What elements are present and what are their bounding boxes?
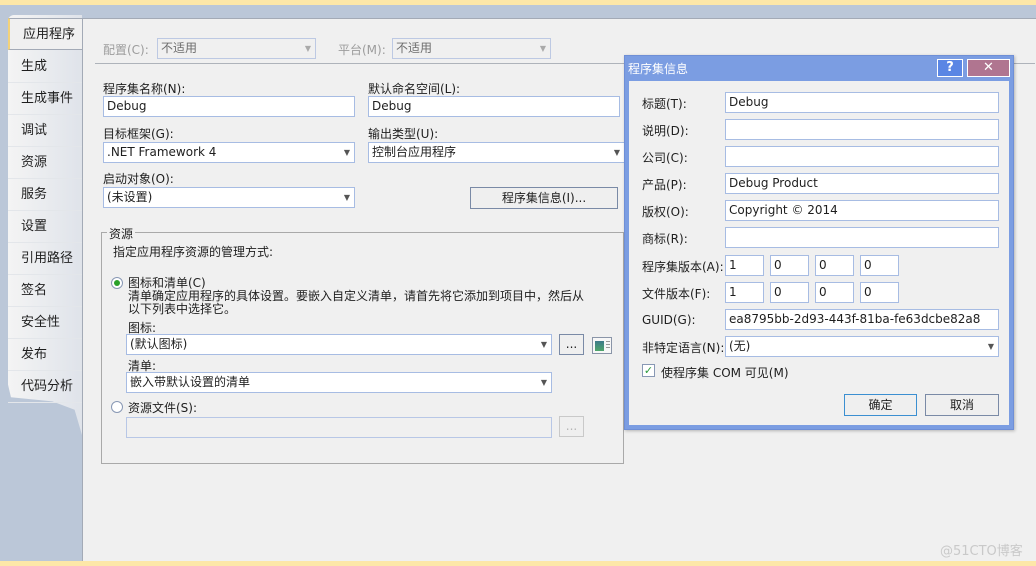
configuration-select[interactable]: 不适用 ▼ bbox=[157, 38, 316, 59]
tab-resources[interactable]: 资源 bbox=[8, 147, 82, 179]
ok-button[interactable]: 确定 bbox=[844, 394, 917, 416]
tab-security[interactable]: 安全性 bbox=[8, 307, 82, 339]
trademark-label: 商标(R): bbox=[642, 232, 688, 246]
resource-file-input[interactable] bbox=[126, 417, 552, 438]
dialog-body: 标题(T): Debug 说明(D): 公司(C): 产品(P): Debug … bbox=[629, 81, 1009, 425]
assembly-version-minor[interactable]: 0 bbox=[770, 255, 809, 276]
resource-file-browse-button[interactable]: ... bbox=[559, 416, 584, 437]
platform-select[interactable]: 不适用 ▼ bbox=[392, 38, 551, 59]
icon-manifest-help-line1: 清单确定应用程序的具体设置。要嵌入自定义清单，请首先将它添加到项目中，然后从 bbox=[128, 289, 585, 303]
assembly-name-input[interactable]: Debug bbox=[103, 96, 355, 117]
tab-debug[interactable]: 调试 bbox=[8, 115, 82, 147]
tab-settings[interactable]: 设置 bbox=[8, 211, 82, 243]
bottom-border bbox=[0, 561, 1036, 566]
default-namespace-label: 默认命名空间(L): bbox=[368, 82, 461, 96]
file-version-label: 文件版本(F): bbox=[642, 287, 711, 301]
tab-code-analysis[interactable]: 代码分析 bbox=[8, 371, 82, 403]
guid-input[interactable]: ea8795bb-2d93-443f-81ba-fe63dcbe82a8 bbox=[725, 309, 999, 330]
description-label: 说明(D): bbox=[642, 124, 689, 138]
top-border bbox=[0, 0, 1036, 5]
configuration-label: 配置(C): bbox=[103, 43, 149, 57]
chevron-down-icon: ▼ bbox=[539, 44, 546, 53]
chevron-down-icon: ▼ bbox=[987, 342, 994, 351]
help-icon: ? bbox=[946, 60, 954, 75]
file-version-build[interactable]: 0 bbox=[815, 282, 854, 303]
tab-build[interactable]: 生成 bbox=[8, 51, 82, 83]
icon-preview bbox=[592, 337, 612, 354]
startup-object-select[interactable]: (未设置) ▼ bbox=[103, 187, 355, 208]
neutral-language-label: 非特定语言(N): bbox=[642, 341, 725, 355]
title-input[interactable]: Debug bbox=[725, 92, 999, 113]
configuration-value: 不适用 bbox=[161, 41, 198, 55]
target-framework-select[interactable]: .NET Framework 4 ▼ bbox=[103, 142, 355, 163]
tab-publish[interactable]: 发布 bbox=[8, 339, 82, 371]
icon-browse-button[interactable]: ... bbox=[559, 334, 584, 355]
startup-object-value: (未设置) bbox=[107, 190, 153, 204]
chevron-down-icon: ▼ bbox=[343, 193, 350, 202]
assembly-info-dialog: 程序集信息 ? ✕ 标题(T): Debug 说明(D): 公司(C): 产品(… bbox=[624, 55, 1014, 430]
resource-file-option-label: 资源文件(S): bbox=[128, 401, 198, 415]
output-type-value: 控制台应用程序 bbox=[372, 145, 457, 159]
startup-object-label: 启动对象(O): bbox=[103, 172, 174, 186]
icon-manifest-radio[interactable] bbox=[111, 277, 123, 289]
file-version-revision[interactable]: 0 bbox=[860, 282, 899, 303]
close-button[interactable]: ✕ bbox=[967, 59, 1010, 77]
company-input[interactable] bbox=[725, 146, 999, 167]
tab-signing[interactable]: 签名 bbox=[8, 275, 82, 307]
checkmark-icon: ✓ bbox=[643, 364, 654, 377]
chevron-down-icon: ▼ bbox=[540, 378, 547, 387]
tab-services[interactable]: 服务 bbox=[8, 179, 82, 211]
tab-build-events[interactable]: 生成事件 bbox=[8, 83, 82, 115]
tab-reference-paths[interactable]: 引用路径 bbox=[8, 243, 82, 275]
guid-label: GUID(G): bbox=[642, 313, 696, 327]
output-type-label: 输出类型(U): bbox=[368, 127, 439, 141]
product-label: 产品(P): bbox=[642, 178, 687, 192]
assembly-version-build[interactable]: 0 bbox=[815, 255, 854, 276]
resource-file-radio[interactable] bbox=[111, 401, 123, 413]
resources-description: 指定应用程序资源的管理方式: bbox=[113, 245, 274, 259]
file-version-minor[interactable]: 0 bbox=[770, 282, 809, 303]
assembly-version-label: 程序集版本(A): bbox=[642, 260, 724, 274]
icon-manifest-help-line2: 以下列表中选择它。 bbox=[128, 302, 237, 316]
file-version-major[interactable]: 1 bbox=[725, 282, 764, 303]
assembly-name-label: 程序集名称(N): bbox=[103, 82, 186, 96]
dialog-title: 程序集信息 bbox=[628, 62, 689, 76]
default-namespace-input[interactable]: Debug bbox=[368, 96, 620, 117]
chevron-down-icon: ▼ bbox=[343, 148, 350, 157]
chevron-down-icon: ▼ bbox=[613, 148, 620, 157]
trademark-input[interactable] bbox=[725, 227, 999, 248]
tab-application[interactable]: 应用程序 bbox=[8, 18, 88, 50]
help-button[interactable]: ? bbox=[937, 59, 963, 77]
com-visible-checkbox[interactable]: ✓ bbox=[642, 364, 655, 377]
manifest-select[interactable]: 嵌入带默认设置的清单 ▼ bbox=[126, 372, 552, 393]
assembly-info-button[interactable]: 程序集信息(I)... bbox=[470, 187, 618, 209]
neutral-language-value: (无) bbox=[729, 339, 751, 353]
assembly-version-major[interactable]: 1 bbox=[725, 255, 764, 276]
chevron-down-icon: ▼ bbox=[540, 340, 547, 349]
icon-preview-lines bbox=[606, 341, 610, 342]
target-framework-value: .NET Framework 4 bbox=[107, 145, 217, 159]
title-label: 标题(T): bbox=[642, 97, 687, 111]
watermark: @51CTO博客 bbox=[940, 544, 1023, 559]
platform-label: 平台(M): bbox=[338, 43, 386, 57]
product-input[interactable]: Debug Product bbox=[725, 173, 999, 194]
neutral-language-select[interactable]: (无) ▼ bbox=[725, 336, 999, 357]
assembly-version-revision[interactable]: 0 bbox=[860, 255, 899, 276]
icon-select[interactable]: (默认图标) ▼ bbox=[126, 334, 552, 355]
resources-group-title: 资源 bbox=[107, 225, 136, 242]
description-input[interactable] bbox=[725, 119, 999, 140]
target-framework-label: 目标框架(G): bbox=[103, 127, 174, 141]
copyright-label: 版权(O): bbox=[642, 205, 689, 219]
chevron-down-icon: ▼ bbox=[304, 44, 311, 53]
close-icon: ✕ bbox=[983, 60, 994, 75]
cancel-button[interactable]: 取消 bbox=[925, 394, 999, 416]
com-visible-label: 使程序集 COM 可见(M) bbox=[661, 366, 789, 380]
company-label: 公司(C): bbox=[642, 151, 688, 165]
manifest-value: 嵌入带默认设置的清单 bbox=[130, 375, 251, 389]
icon-preview-image bbox=[595, 341, 604, 351]
platform-value: 不适用 bbox=[396, 41, 433, 55]
icon-value: (默认图标) bbox=[130, 337, 188, 351]
output-type-select[interactable]: 控制台应用程序 ▼ bbox=[368, 142, 625, 163]
copyright-input[interactable]: Copyright © 2014 bbox=[725, 200, 999, 221]
